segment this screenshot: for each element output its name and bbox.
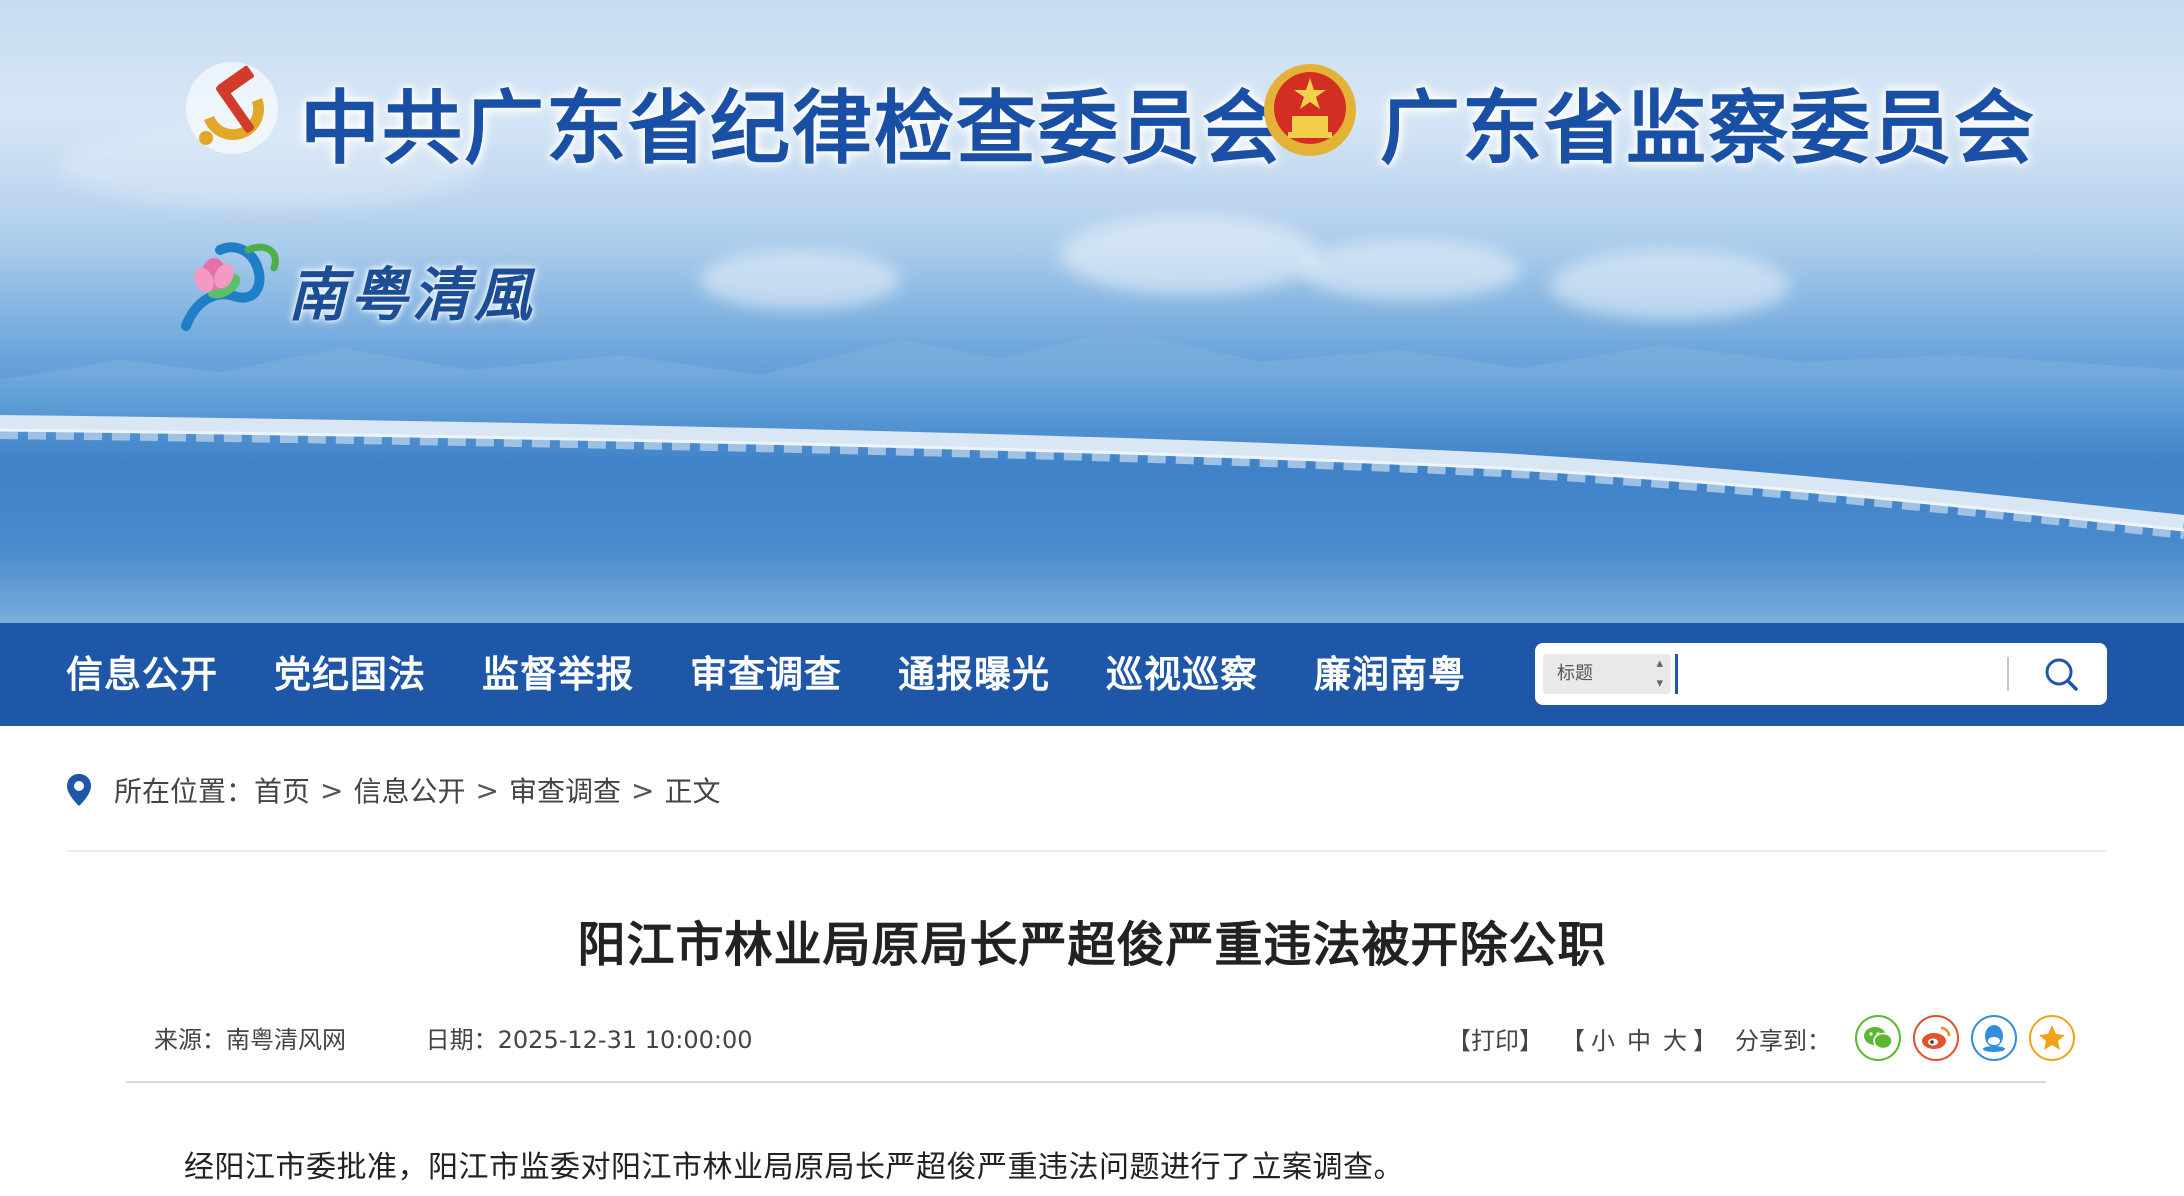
search-button[interactable]	[2025, 649, 2097, 699]
cloud-decoration	[1300, 240, 1520, 300]
nav-item-inspection[interactable]: 巡视巡察	[1106, 623, 1258, 726]
article-meta: 来源：南粤清风网 日期：2025-12-31 10:00:00	[154, 1020, 753, 1055]
location-pin-icon	[67, 774, 91, 806]
national-emblem-icon	[1264, 64, 1356, 156]
text-cursor	[1675, 654, 1678, 694]
nav-item-exposure[interactable]: 通报曝光	[898, 623, 1050, 726]
lotus-logo-icon	[181, 242, 279, 331]
breadcrumb-investigation[interactable]: 审查调查	[509, 770, 621, 810]
search-icon	[2045, 658, 2078, 691]
breadcrumb-separator: >	[475, 773, 499, 807]
article-title: 阳江市林业局原局长严超俊严重违法被开除公职	[577, 917, 1607, 973]
nav-item-investigation[interactable]: 审查调查	[690, 623, 842, 726]
nav-item-info-disclosure[interactable]: 信息公开	[66, 623, 218, 726]
search-field-value: 标题	[1557, 663, 1593, 684]
nanyue-logo-text: 南粤清風	[288, 261, 537, 329]
breadcrumb-separator: >	[320, 773, 344, 807]
font-size-large-button[interactable]: 大	[1663, 1027, 1687, 1055]
breadcrumb: 所在位置： 首页 > 信息公开 > 审查调查 > 正文	[66, 768, 720, 812]
nav-item-report[interactable]: 监督举报	[482, 623, 634, 726]
cloud-decoration	[1060, 215, 1320, 295]
font-size-bracket: 【	[1561, 1026, 1585, 1055]
nav-item-party-discipline[interactable]: 党纪国法	[274, 623, 426, 726]
party-commission-title: 中共广东省纪律检查委员会	[300, 82, 1284, 175]
print-button[interactable]: 【打印】	[1447, 1021, 1543, 1056]
header-banner: 中共广东省纪律检查委员会 广东省监察委员会 南粤清風	[0, 0, 2184, 623]
article-tools: 【打印】 【小中大】 分享到：	[1447, 1015, 2075, 1061]
meta-divider	[126, 1081, 2046, 1083]
article-source: 来源：南粤清风网	[154, 1026, 346, 1054]
share-weibo-button[interactable]	[1913, 1015, 1959, 1061]
search-box: 标题 ▴ ▾	[1535, 643, 2107, 705]
breadcrumb-divider	[66, 850, 2106, 852]
share-qq-button[interactable]	[1971, 1015, 2017, 1061]
search-field-select[interactable]: 标题 ▴ ▾	[1543, 654, 1671, 694]
breadcrumb-home[interactable]: 首页	[254, 770, 310, 810]
breadcrumb-prefix: 所在位置：	[114, 775, 255, 808]
article-paragraph: 经阳江市委批准，阳江市监委对阳江市林业局原局长严超俊严重违法问题进行了立案调查。	[184, 1150, 1404, 1185]
qzone-icon	[2039, 1025, 2065, 1050]
share-qzone-button[interactable]	[2029, 1015, 2075, 1061]
hammer-sickle-icon	[186, 62, 278, 154]
select-arrows-icon: ▴ ▾	[1656, 656, 1663, 691]
font-size-bracket: 】	[1693, 1026, 1717, 1055]
weibo-icon	[1922, 1026, 1951, 1049]
share-wechat-button[interactable]	[1855, 1015, 1901, 1061]
search-divider	[2007, 657, 2009, 691]
font-size-small-button[interactable]: 小	[1591, 1027, 1615, 1055]
wechat-icon	[1864, 1027, 1893, 1050]
search-input[interactable]	[1681, 651, 2037, 697]
breadcrumb-separator: >	[631, 773, 655, 807]
font-size-medium-button[interactable]: 中	[1627, 1027, 1651, 1055]
font-size-controls: 【小中大】	[1561, 1021, 1717, 1056]
nav-item-lianrun[interactable]: 廉润南粤	[1314, 623, 1466, 726]
breadcrumb-info-disclosure[interactable]: 信息公开	[354, 770, 466, 810]
qq-icon	[1983, 1025, 2005, 1052]
bridge-illustration	[0, 415, 2184, 539]
breadcrumb-current: 正文	[664, 775, 721, 808]
share-label: 分享到：	[1735, 1026, 1831, 1055]
article-date: 日期：2025-12-31 10:00:00	[425, 1026, 753, 1054]
supervision-commission-title: 广东省监察委员会	[1380, 82, 2036, 175]
